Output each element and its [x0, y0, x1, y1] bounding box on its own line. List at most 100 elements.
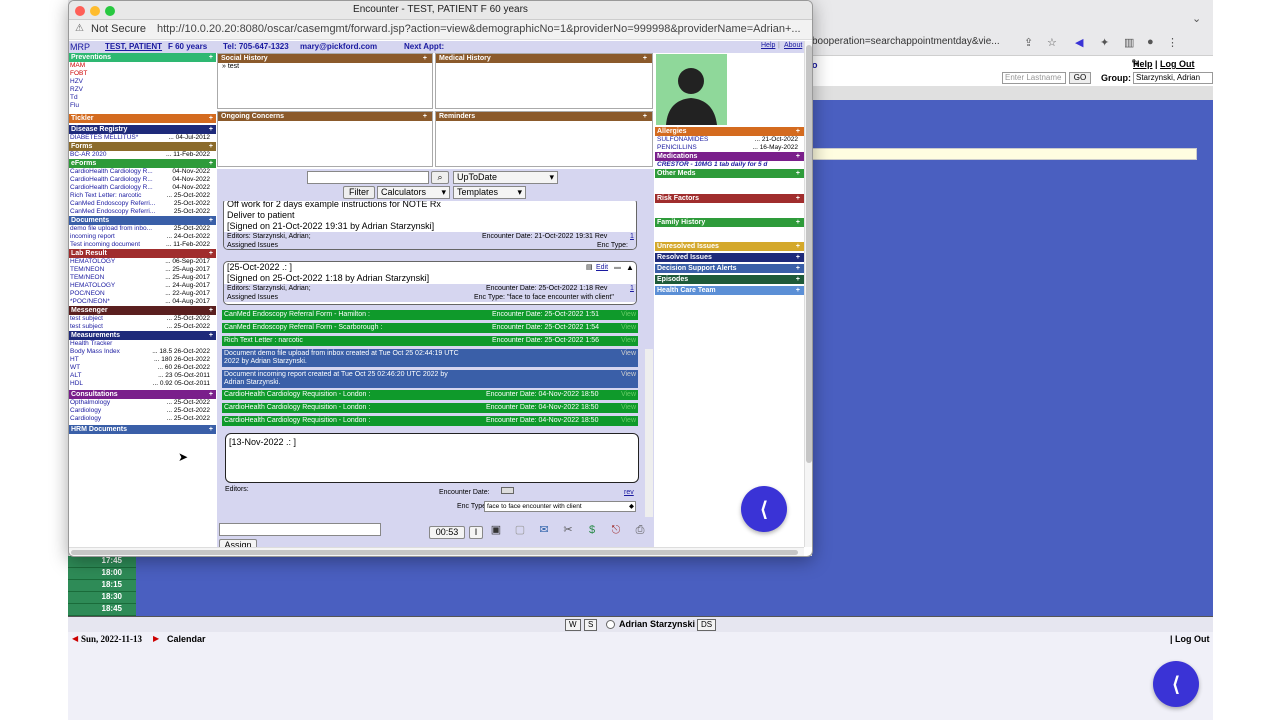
view-link[interactable]: View — [621, 350, 636, 358]
pause-timer-button[interactable]: I — [469, 526, 483, 539]
about-link[interactable]: About — [784, 42, 802, 49]
disease-registry-header[interactable]: Disease Registry + — [69, 125, 216, 134]
calendar-icon[interactable] — [501, 487, 514, 494]
sign-save-icon[interactable]: ✉ — [537, 523, 551, 537]
allergy-item[interactable]: PENICILLINS... 16-May-2022 — [655, 144, 804, 152]
consultation-item[interactable]: Cardiology... 25-Oct-2022 — [69, 415, 216, 423]
revision-link[interactable]: 1 — [630, 232, 634, 241]
eform-note-bar[interactable]: CanMed Endoscopy Referral Form - Scarbor… — [222, 323, 638, 333]
other-meds-header[interactable]: Other Meds + — [655, 169, 804, 178]
consultation-item[interactable]: Cardiology... 25-Oct-2022 — [69, 407, 216, 415]
unresolved-issues-header[interactable]: Unresolved Issues + — [655, 242, 804, 251]
eform-item[interactable]: CanMed Endoscopy Referri... 25-Oct-2022 — [69, 208, 216, 216]
ongoing-concerns-header[interactable]: Ongoing Concerns + — [218, 112, 432, 121]
search-icon[interactable]: ⌕ — [431, 171, 449, 184]
encounter-note[interactable]: Off work for 2 days example instructions… — [223, 201, 637, 250]
new-note-icon[interactable]: ▢ — [513, 523, 527, 537]
profile-icon[interactable]: ● — [1147, 36, 1154, 48]
document-item[interactable]: Test incoming document... 11-Feb-2022 — [69, 241, 216, 249]
lab-item[interactable]: *POC/NEON*... 04-Aug-2017 — [69, 298, 216, 306]
document-note-bar[interactable]: Document demo file upload from inbox cre… — [222, 349, 638, 367]
disease-item[interactable]: DIABETES MELLITUS*... 04-Jul-2012 — [69, 134, 216, 142]
bill-icon[interactable]: $ — [585, 523, 599, 537]
time-slot[interactable]: 18:45 — [68, 604, 136, 616]
forms-header[interactable]: Forms + — [69, 142, 216, 151]
health-care-team-header[interactable]: Health Care Team + — [655, 286, 804, 295]
time-slot[interactable]: 17:45 — [68, 556, 136, 568]
save-icon[interactable]: ▣ — [489, 523, 503, 537]
view-link[interactable]: View — [621, 323, 636, 333]
extension-icon[interactable]: ◀ — [1075, 36, 1083, 49]
allergies-header[interactable]: Allergies + — [655, 127, 804, 136]
eform-note-bar[interactable]: CardioHealth Cardiology Requisition - Lo… — [222, 416, 638, 426]
patient-photo[interactable] — [656, 54, 727, 125]
measurement-item[interactable]: ALT... 23 05-Oct-2011 — [69, 372, 216, 380]
measurements-header[interactable]: Measurements + — [69, 331, 216, 340]
window-vertical-scrollbar[interactable] — [804, 41, 812, 547]
puzzle-icon[interactable]: ✦ — [1100, 36, 1109, 49]
measurement-item[interactable]: HT... 180 26-Oct-2022 — [69, 356, 216, 364]
view-link[interactable]: View — [621, 416, 636, 426]
document-item[interactable]: demo file upload from inbo... 25-Oct-2022 — [69, 225, 216, 233]
enc-type-select[interactable]: face to face encounter with client ◆ — [484, 501, 636, 512]
patient-name-link[interactable]: TEST, PATIENT — [105, 42, 162, 51]
decision-support-header[interactable]: Decision Support Alerts + — [655, 264, 804, 273]
form-item[interactable]: BC-AR 2020... 11-Feb-2022 — [69, 151, 216, 159]
week-button[interactable]: W — [565, 619, 581, 631]
eform-item[interactable]: Rich Text Letter: narcotic... 25-Oct-202… — [69, 192, 216, 200]
view-link[interactable]: View — [621, 371, 636, 379]
url-text[interactable]: http://10.0.20.20:8080/oscar/casemgmt/fo… — [157, 23, 801, 35]
measurement-item[interactable]: Health Tracker — [69, 340, 216, 348]
revision-link[interactable]: 1 — [630, 284, 634, 293]
medications-header[interactable]: Medications + — [655, 152, 804, 161]
consultations-header[interactable]: Consultations + — [69, 390, 216, 399]
lab-item[interactable]: POC/NEON... 22-Aug-2017 — [69, 290, 216, 298]
view-link[interactable]: View — [621, 390, 636, 400]
edit-link[interactable]: Edit — [596, 262, 608, 273]
filter-button[interactable]: Filter — [343, 186, 375, 199]
rev-link[interactable]: rev — [624, 489, 634, 496]
view-link[interactable]: View — [621, 310, 636, 320]
star-icon[interactable]: ☆ — [1047, 36, 1057, 49]
time-slot[interactable]: 18:00 — [68, 568, 136, 580]
calendar-link[interactable]: Calendar — [167, 634, 206, 644]
risk-factors-header[interactable]: Risk Factors + — [655, 194, 804, 203]
background-help-logout[interactable]: Help | Log Out — [1133, 59, 1195, 69]
time-slot[interactable]: 18:30 — [68, 592, 136, 604]
prevention-item[interactable]: MAM — [69, 62, 216, 70]
medication-item[interactable]: CRESTOR - 10MG 1 tab daily for 5 d — [655, 161, 804, 169]
social-history-header[interactable]: Social History + — [218, 54, 432, 63]
prevention-item[interactable]: Td — [69, 94, 216, 102]
lab-item[interactable]: TEM/NEON... 25-Aug-2017 — [69, 274, 216, 282]
eform-note-bar[interactable]: CanMed Endoscopy Referral Form - Hamilto… — [222, 310, 638, 320]
lab-item[interactable]: HEMATOLOGY... 06-Sep-2017 — [69, 258, 216, 266]
preventions-header[interactable]: Preventions + — [69, 53, 216, 62]
medical-history-header[interactable]: Medical History + — [436, 54, 652, 63]
group-select[interactable]: Starzynski, Adrian — [1133, 72, 1213, 84]
allergy-item[interactable]: SULFONAMIDES... 21-Oct-2022 — [655, 136, 804, 144]
calculators-select[interactable]: Calculators ▾ — [377, 186, 450, 199]
help-link[interactable]: Help — [761, 42, 775, 49]
ds-button[interactable]: DS — [697, 619, 717, 631]
prev-day-icon[interactable]: ◀ — [72, 634, 78, 643]
prevention-item[interactable]: FOBT — [69, 70, 216, 78]
measurement-item[interactable]: WT... 60 26-Oct-2022 — [69, 364, 216, 372]
consultation-item[interactable]: Opthalmology... 25-Oct-2022 — [69, 399, 216, 407]
reminders-header[interactable]: Reminders + — [436, 112, 652, 121]
prevention-item[interactable]: HZV — [69, 78, 216, 86]
sign-save-exit-icon[interactable]: ✂ — [561, 523, 575, 537]
time-slot[interactable]: 18:15 — [68, 580, 136, 592]
measurement-item[interactable]: HDL... 0.92 05-Oct-2011 — [69, 380, 216, 388]
go-button[interactable]: GO — [1069, 72, 1091, 84]
view-link[interactable]: View — [621, 336, 636, 346]
window-horizontal-scrollbar[interactable] — [69, 547, 804, 556]
document-note-bar[interactable]: Document incoming report created at Tue … — [222, 370, 638, 388]
templates-select[interactable]: Templates ▾ — [453, 186, 526, 199]
notes-scrollbar[interactable] — [645, 349, 653, 517]
resolved-issues-header[interactable]: Resolved Issues + — [655, 253, 804, 262]
prevention-item[interactable]: Flu — [69, 102, 216, 110]
eform-note-bar[interactable]: CardioHealth Cardiology Requisition - Lo… — [222, 390, 638, 400]
encounter-note[interactable]: [25-Oct-2022 .: ] ▤ Edit ▬ ▲ [Signed on … — [223, 261, 637, 305]
lastname-input[interactable]: Enter Lastname — [1002, 72, 1066, 84]
eform-item[interactable]: CardioHealth Cardiology R... 04-Nov-2022 — [69, 168, 216, 176]
